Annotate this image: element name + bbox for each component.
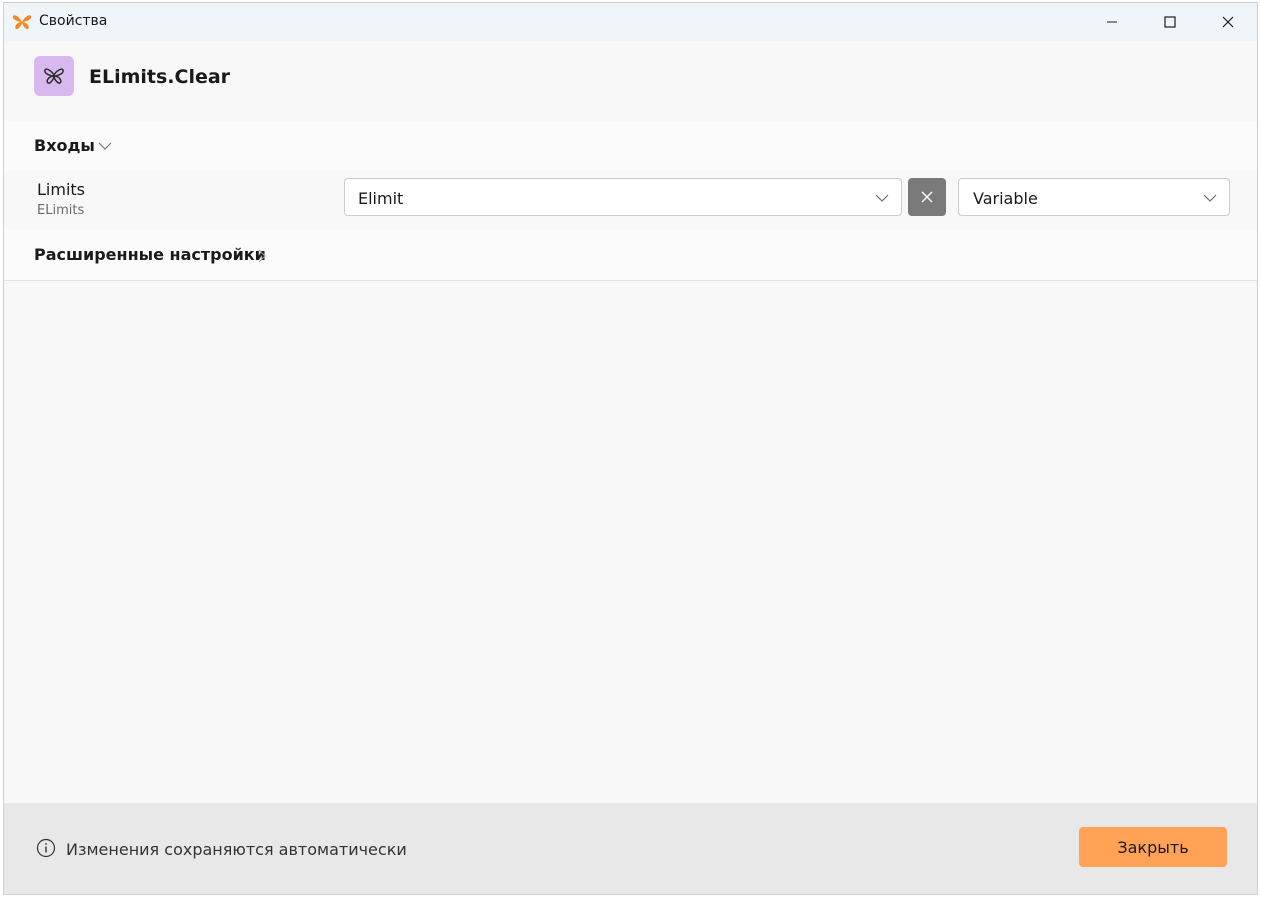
footer-bar: Изменения сохраняются автоматически Закр… [4, 803, 1257, 894]
close-icon [1222, 16, 1234, 28]
parameter-name: Limits [37, 180, 85, 199]
properties-window: Свойства ELimits.Clear Входы Limits ELim… [3, 2, 1258, 895]
window-title: Свойства [39, 13, 108, 29]
info-icon [36, 838, 56, 858]
chevron-down-icon [98, 142, 112, 150]
maximize-icon [1164, 16, 1176, 28]
kind-combobox[interactable]: Variable [958, 178, 1230, 216]
inputs-section-label: Входы [34, 136, 95, 155]
autosave-message: Изменения сохраняются автоматически [66, 840, 407, 859]
advanced-settings-label: Расширенные настройки [34, 245, 266, 264]
activity-badge [34, 56, 74, 96]
butterfly-icon [44, 68, 64, 84]
advanced-settings-toggle[interactable]: Расширенные настройки [4, 230, 1257, 281]
close-button[interactable]: Закрыть [1079, 827, 1227, 867]
butterfly-app-icon [12, 13, 32, 31]
value-combobox[interactable]: Elimit [344, 178, 902, 216]
close-icon [921, 191, 933, 203]
chevron-down-icon [1203, 194, 1217, 202]
parameter-type: ELimits [37, 203, 85, 218]
chevron-down-icon [875, 194, 889, 202]
kind-combobox-text: Variable [973, 189, 1038, 208]
maximize-button[interactable] [1141, 3, 1199, 41]
minimize-button[interactable] [1083, 3, 1141, 41]
activity-name: ELimits.Clear [89, 66, 231, 88]
parameter-row: Limits ELimits Elimit Variable [4, 171, 1257, 230]
chevron-right-icon [258, 249, 266, 263]
close-window-button[interactable] [1199, 3, 1257, 41]
inputs-section-toggle[interactable]: Входы [4, 121, 1257, 172]
title-bar[interactable]: Свойства [4, 3, 1257, 41]
value-combobox-text: Elimit [358, 189, 404, 208]
clear-value-button[interactable] [908, 178, 946, 216]
minimize-icon [1107, 21, 1117, 23]
activity-header: ELimits.Clear [4, 41, 1257, 121]
